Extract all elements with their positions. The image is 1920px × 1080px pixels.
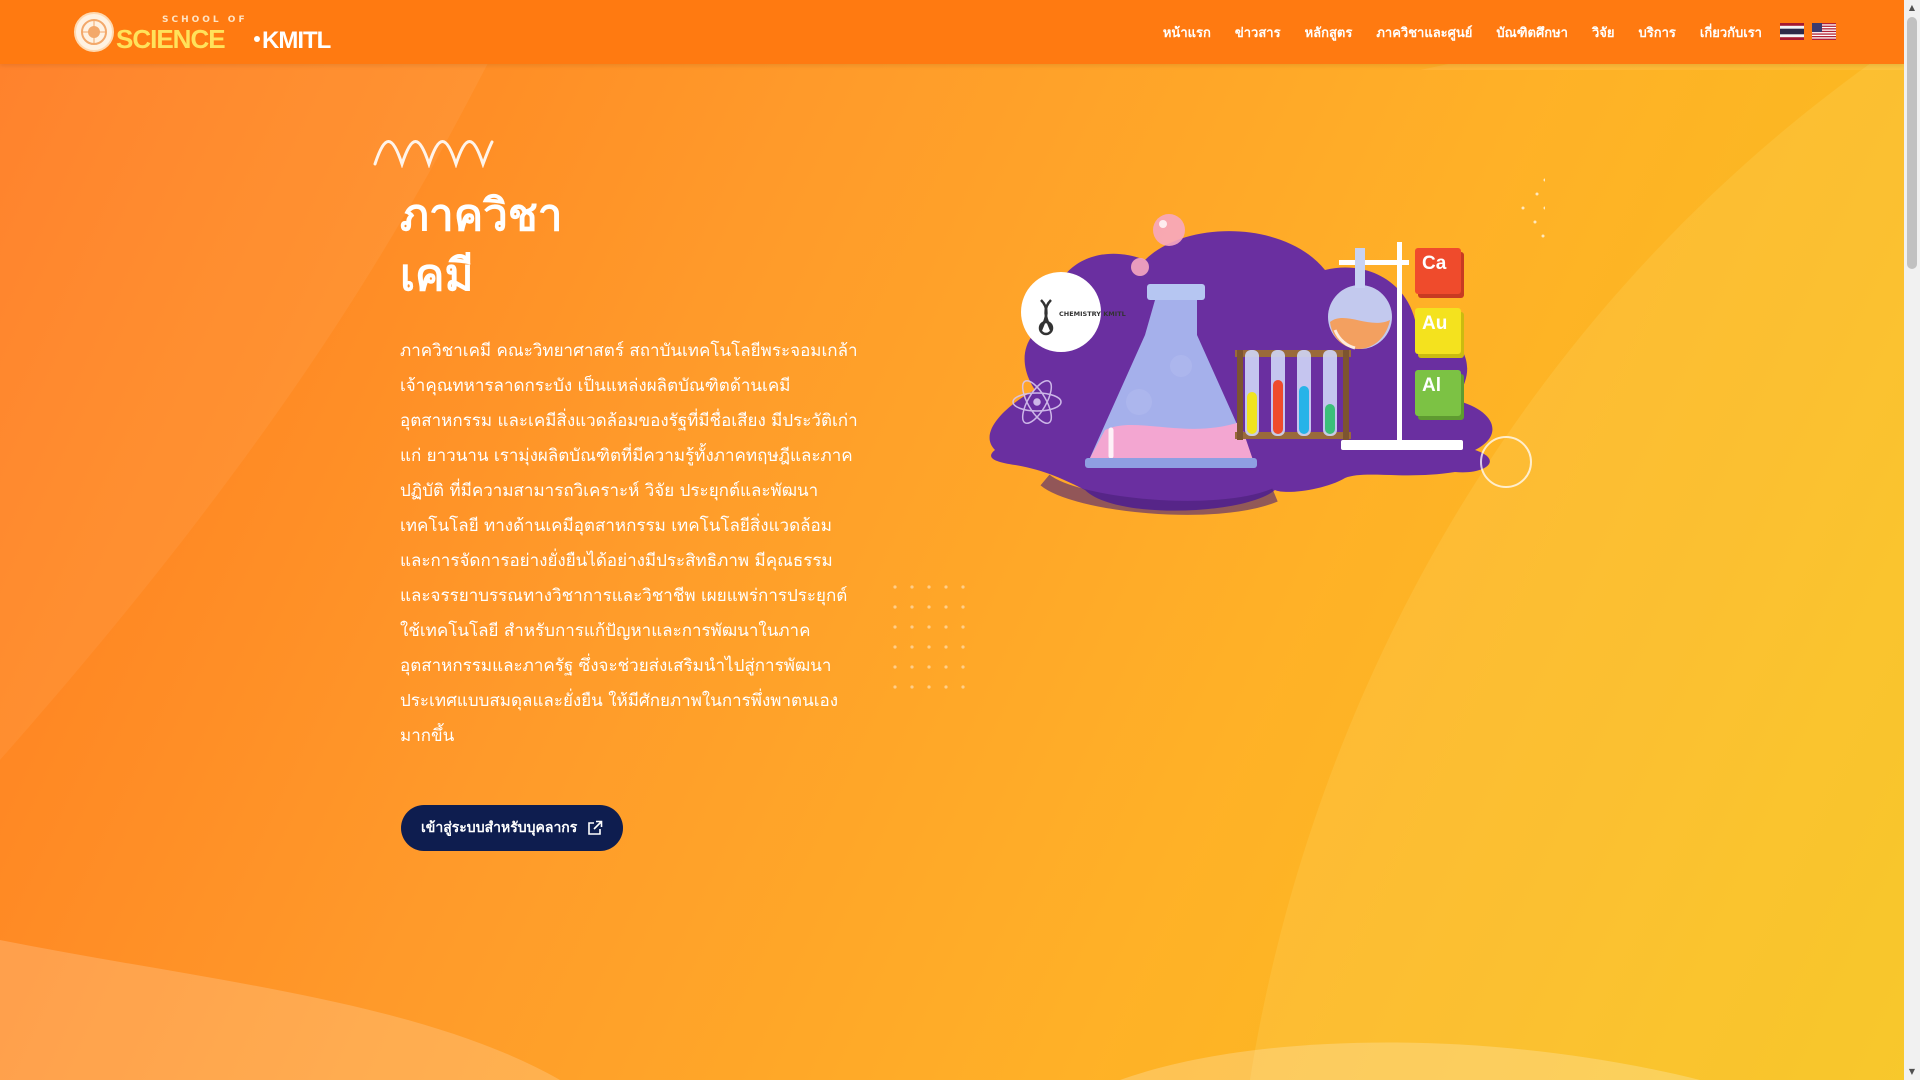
- page-scrollbar[interactable]: ▲ ▼: [1904, 0, 1920, 1080]
- bubble: [1153, 214, 1185, 246]
- logo-wordmark: SCHOOL OF SCIENCE KMITL: [116, 12, 331, 54]
- logo-kmitl-text: KMITL: [262, 27, 331, 54]
- logo-dot: [254, 36, 260, 42]
- us-flag-icon[interactable]: [1812, 23, 1836, 40]
- logo-science-text: SCIENCE: [116, 24, 226, 54]
- page-title: ภาควิชา เคมี: [400, 186, 562, 306]
- top-navbar: SCHOOL OF SCIENCE KMITL หน้าแรก ข่าวสาร …: [0, 0, 1904, 64]
- nav-item-news[interactable]: ข่าวสาร: [1235, 22, 1281, 43]
- element-label-al: Al: [1422, 375, 1441, 396]
- nav-item-services[interactable]: บริการ: [1639, 22, 1676, 43]
- staff-login-label: เข้าสู่ระบบสำหรับบุคลากร: [421, 820, 578, 836]
- element-label-ca: Ca: [1422, 253, 1447, 274]
- main-menu: หน้าแรก ข่าวสาร หลักสูตร ภาควิชาและศูนย์…: [1139, 0, 1762, 64]
- staff-login-button[interactable]: เข้าสู่ระบบสำหรับบุคลากร: [401, 805, 624, 851]
- background-waves: [0, 0, 1904, 1080]
- element-card-ca: Ca: [1415, 248, 1464, 298]
- nav-item-about[interactable]: เกี่ยวกับเรา: [1700, 22, 1762, 43]
- thai-flag-icon[interactable]: [1780, 23, 1804, 40]
- element-card-al: Al: [1415, 370, 1464, 420]
- chemistry-lab-illustration: CHEMISTRY KMITL Ca Au Al: [989, 178, 1545, 515]
- language-switcher: [1780, 23, 1836, 40]
- nav-item-home[interactable]: หน้าแรก: [1163, 22, 1211, 43]
- scroll-up-icon[interactable]: ▲: [1904, 0, 1920, 16]
- element-label-au: Au: [1422, 313, 1447, 334]
- zigzag-wave-icon: [373, 140, 494, 168]
- nav-item-programs[interactable]: หลักสูตร: [1305, 22, 1353, 43]
- sparkle-dots: [1521, 178, 1545, 238]
- element-card-au: Au: [1415, 308, 1464, 358]
- dot-grid-decoration: [893, 585, 965, 689]
- kmitl-seal-icon: [74, 12, 114, 52]
- scroll-down-icon[interactable]: ▼: [1904, 1064, 1920, 1080]
- site-logo[interactable]: SCHOOL OF SCIENCE KMITL: [74, 10, 331, 54]
- department-description: ภาควิชาเคมี คณะวิทยาศาสตร์ สถาบันเทคโนโล…: [400, 341, 858, 746]
- title-line-1: ภาควิชา: [400, 190, 563, 241]
- nav-item-graduate[interactable]: บัณฑิตศึกษา: [1496, 22, 1568, 43]
- external-link-icon: [588, 820, 603, 835]
- nav-item-research[interactable]: วิจัย: [1592, 22, 1615, 43]
- badge-text: CHEMISTRY KMITL: [1059, 310, 1126, 318]
- scroll-thumb[interactable]: [1907, 17, 1917, 269]
- bubble: [1131, 258, 1149, 276]
- title-line-2: เคมี: [400, 250, 474, 301]
- nav-item-departments[interactable]: ภาควิชาและศูนย์: [1376, 22, 1472, 43]
